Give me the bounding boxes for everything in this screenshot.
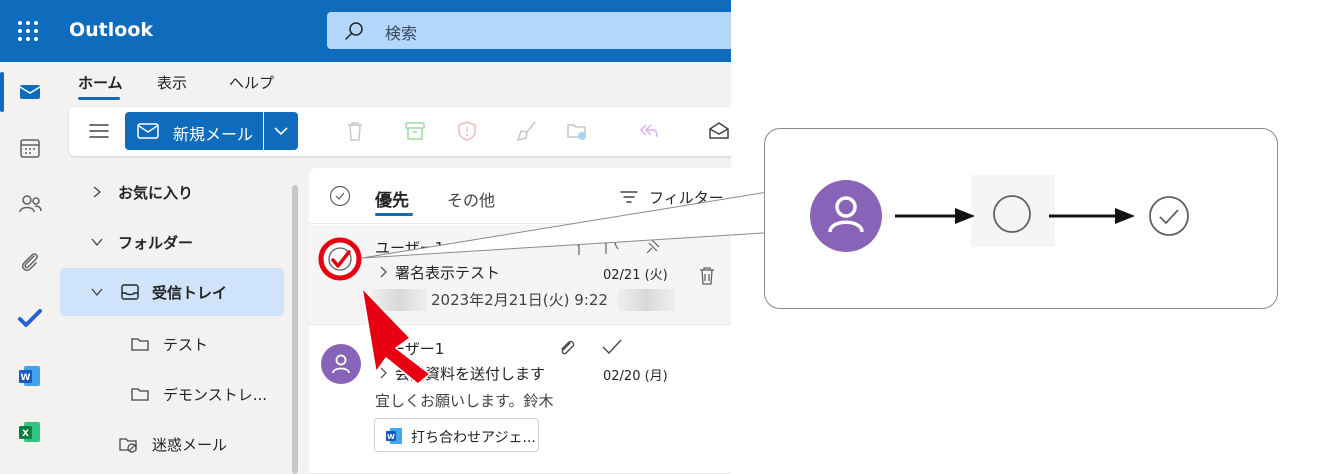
hover-highlight [971,175,1055,247]
message-sender: ユーザー1 [375,340,445,358]
folder-pane-scrollbar[interactable] [292,185,298,474]
folder-label: テスト [163,336,209,354]
search-placeholder: 検索 [385,24,418,43]
todo-icon[interactable] [14,302,46,334]
hamburger-icon[interactable] [89,122,109,140]
folder-icon [131,388,149,401]
excel-icon[interactable]: X [14,416,46,448]
tab-other[interactable]: その他 [447,187,495,211]
select-all-icon[interactable] [329,185,351,207]
svg-text:X: X [22,429,29,439]
message-preview: 宜しくお願いします。鈴木 [375,392,554,410]
pin-icon[interactable] [643,237,663,255]
svg-text:W: W [387,433,395,441]
word-icon: W [386,428,402,444]
read-unread-icon[interactable] [707,119,731,143]
tab-help[interactable]: ヘルプ [229,72,274,93]
reply-all-icon[interactable] [637,119,661,143]
message-list: 優先 その他 フィルター ユーザー1 署名表示テスト 02/21 (火) 202… [309,168,731,474]
checkmark-icon[interactable] [601,338,623,356]
message-item[interactable]: ユーザー1 会議資料を送付します 02/20 (月) 宜しくお願いします。鈴木 … [309,326,731,474]
mail-icon[interactable] [14,76,46,108]
folder-favorites[interactable]: お気に入り [60,168,284,216]
person-icon [332,354,350,374]
ribbon-toolbar: 新規メール [69,107,731,156]
screenshot-stage: Outlook 検索 W X ホーム 表示 ヘルプ 新規メール お気に入り フォ… [0,0,1344,474]
chevron-down-icon [91,238,103,247]
app-launcher-icon[interactable] [16,19,40,43]
search-box[interactable]: 検索 [327,12,731,49]
folder-inbox[interactable]: 受信トレイ [60,268,284,316]
attachment-name: 打ち合わせアジェ... [411,430,536,446]
focused-tab-underline [375,213,413,216]
message-preview: 2023年2月21日(火) 9:22 [431,291,608,309]
app-rail: W X [0,62,60,474]
attachment-icon[interactable] [14,246,46,278]
outlook-window: Outlook 検索 W X ホーム 表示 ヘルプ 新規メール お気に入り フォ… [0,0,731,474]
new-mail-label: 新規メール [173,125,254,144]
chevron-down-icon [91,288,103,297]
folder-label: お気に入り [118,184,194,202]
move-to-icon[interactable] [565,119,589,143]
avatar [321,344,361,384]
filter-icon[interactable] [620,190,638,204]
tab-home[interactable]: ホーム [78,72,123,93]
filter-label[interactable]: フィルター [649,187,724,208]
message-item[interactable]: ユーザー1 署名表示テスト 02/21 (火) 2023年2月21日(火) 9:… [309,225,731,325]
inbox-icon [121,284,139,300]
app-title: Outlook [69,19,154,41]
chevron-right-icon[interactable] [377,266,389,278]
mail-icon [137,123,159,139]
checked-circle-icon [1149,196,1189,236]
search-icon [345,22,363,40]
new-mail-button[interactable]: 新規メール [125,112,263,150]
folder-label: 迷惑メール [152,436,228,454]
delete-icon[interactable] [696,265,718,287]
active-tab-underline [78,97,120,100]
folder-root[interactable]: フォルダー [60,218,284,266]
calendar-icon[interactable] [14,132,46,164]
sweep-icon[interactable] [515,119,539,143]
message-subject: 会議資料を送付します [395,365,546,383]
new-mail-dropdown[interactable] [264,112,298,150]
rail-active-indicator [0,72,4,112]
junk-folder-icon [119,438,137,453]
chevron-down-icon [274,127,288,136]
message-date: 02/21 (火) [603,268,668,283]
redacted-area [617,289,675,311]
folder-junk[interactable]: 迷惑メール [60,420,284,468]
tab-view[interactable]: 表示 [157,72,187,93]
folder-test[interactable]: テスト [60,320,284,368]
archive-icon[interactable] [403,119,427,143]
top-bar: Outlook 検索 [0,0,731,62]
report-icon[interactable] [455,119,479,143]
attachment-chip[interactable]: W 打ち合わせアジェ... [374,418,539,452]
folder-label: フォルダー [118,234,194,252]
flag-icon[interactable] [603,237,621,255]
folder-demonstration[interactable]: デモンストレ... [60,370,284,418]
folder-icon [131,338,149,351]
people-icon[interactable] [14,188,46,220]
folder-label: デモンストレ... [163,386,268,404]
avatar-to-checkbox-diagram [810,175,1189,252]
message-date: 02/20 (月) [603,369,668,384]
read-unread-icon[interactable] [559,238,581,256]
delete-icon[interactable] [343,119,367,143]
chevron-right-icon [93,186,102,198]
message-list-header: 優先 その他 フィルター [309,168,731,224]
callout-box [764,128,1278,309]
folder-pane: お気に入り フォルダー 受信トレイ テスト デモンストレ... 迷惑メール [60,160,300,474]
chevron-right-icon[interactable] [377,367,389,379]
message-sender: ユーザー1 [375,239,445,257]
paperclip-icon [561,340,575,355]
svg-text:W: W [21,373,31,383]
word-icon[interactable]: W [14,360,46,392]
folder-label: 受信トレイ [152,284,228,302]
message-subject: 署名表示テスト [395,264,501,282]
redacted-area [371,289,427,311]
tab-focused[interactable]: 優先 [375,186,409,211]
